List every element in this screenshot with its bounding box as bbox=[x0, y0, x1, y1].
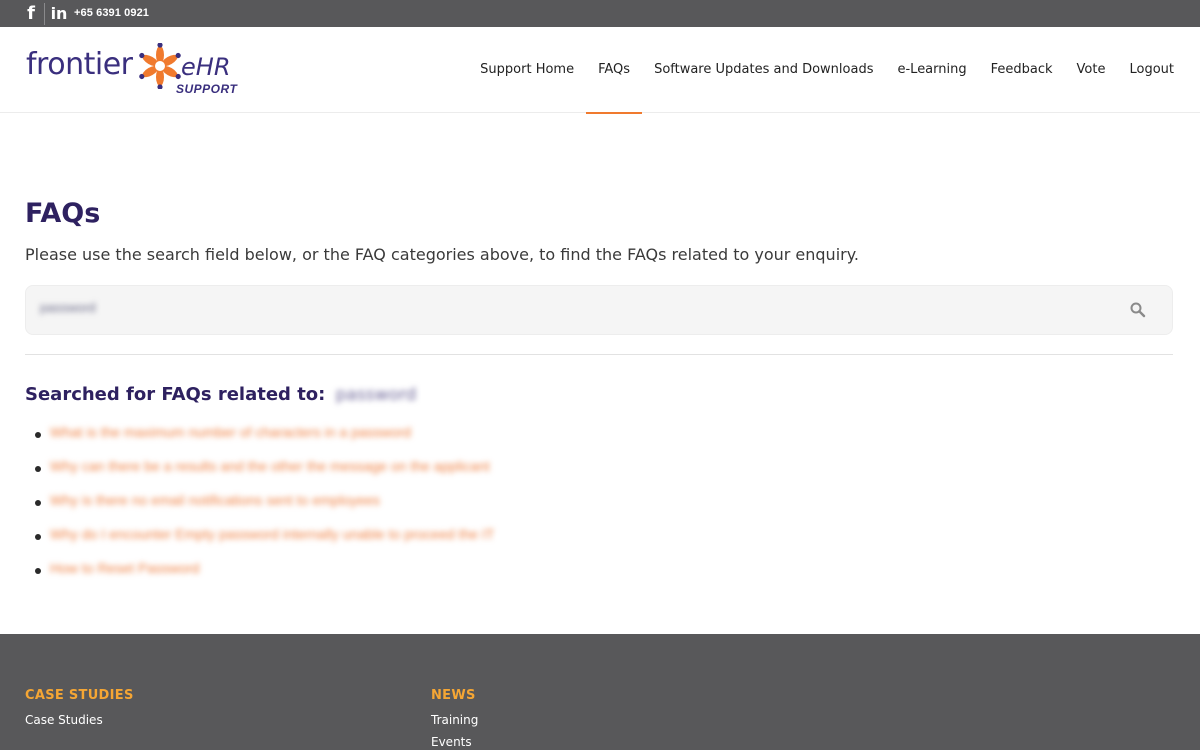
list-item: Why is there no email notifications sent… bbox=[35, 492, 494, 526]
page-title: FAQs bbox=[25, 198, 101, 229]
footer-link-case-studies[interactable]: Case Studies bbox=[25, 713, 134, 727]
faq-result-link[interactable]: Why can there be a results and the other… bbox=[50, 458, 490, 474]
facebook-icon[interactable]: f bbox=[20, 0, 42, 27]
search-icon[interactable] bbox=[1130, 302, 1146, 318]
results-heading: Searched for FAQs related to: password bbox=[25, 384, 416, 405]
main-navigation: Support Home FAQs Software Updates and D… bbox=[468, 27, 1200, 114]
nav-logout[interactable]: Logout bbox=[1117, 27, 1200, 113]
phone-number[interactable]: +65 6391 0921 bbox=[74, 7, 149, 19]
faq-result-link[interactable]: What is the maximum number of characters… bbox=[50, 424, 411, 440]
social-divider bbox=[44, 3, 45, 25]
nav-feedback[interactable]: Feedback bbox=[979, 27, 1065, 113]
footer-heading: CASE STUDIES bbox=[25, 688, 134, 703]
logo-word-frontier: frontier bbox=[26, 47, 133, 82]
footer-news: NEWS Training Events bbox=[431, 688, 478, 750]
site-header: frontier eHR SUPPORT Support Home FAQs S… bbox=[0, 27, 1200, 114]
list-item: What is the maximum number of characters… bbox=[35, 424, 494, 458]
faq-search-input[interactable]: password bbox=[25, 285, 1173, 335]
nav-vote[interactable]: Vote bbox=[1065, 27, 1118, 113]
nav-e-learning[interactable]: e-Learning bbox=[885, 27, 978, 113]
list-item: Why can there be a results and the other… bbox=[35, 458, 494, 492]
results-heading-label: Searched for FAQs related to: bbox=[25, 384, 326, 405]
nav-support-home[interactable]: Support Home bbox=[468, 27, 586, 113]
faq-result-link[interactable]: How to Reset Password bbox=[50, 560, 199, 576]
logo-word-ehr: eHR bbox=[181, 53, 231, 81]
intro-text: Please use the search field below, or th… bbox=[25, 245, 859, 264]
list-item: Why do I encounter Empty password intern… bbox=[35, 526, 494, 560]
results-search-term: password bbox=[335, 385, 417, 405]
faq-results-list: What is the maximum number of characters… bbox=[35, 424, 494, 594]
faq-result-link[interactable]: Why do I encounter Empty password intern… bbox=[50, 526, 494, 542]
frontier-ehr-logo[interactable]: frontier eHR SUPPORT bbox=[26, 41, 256, 101]
top-bar: f in +65 6391 0921 bbox=[0, 0, 1200, 27]
nav-faqs[interactable]: FAQs bbox=[586, 27, 643, 114]
logo-word-support: SUPPORT bbox=[176, 82, 238, 96]
linkedin-icon[interactable]: in bbox=[48, 0, 70, 27]
list-item: How to Reset Password bbox=[35, 560, 494, 594]
site-footer: CASE STUDIES Case Studies NEWS Training … bbox=[0, 634, 1200, 750]
search-input-value[interactable]: password bbox=[40, 300, 130, 318]
nav-software-updates[interactable]: Software Updates and Downloads bbox=[642, 27, 885, 113]
footer-link-training[interactable]: Training bbox=[431, 713, 478, 727]
footer-heading: NEWS bbox=[431, 688, 476, 703]
footer-case-studies: CASE STUDIES Case Studies bbox=[25, 688, 134, 735]
footer-link-events[interactable]: Events bbox=[431, 735, 478, 749]
divider bbox=[25, 354, 1173, 355]
faq-result-link[interactable]: Why is there no email notifications sent… bbox=[50, 492, 380, 508]
